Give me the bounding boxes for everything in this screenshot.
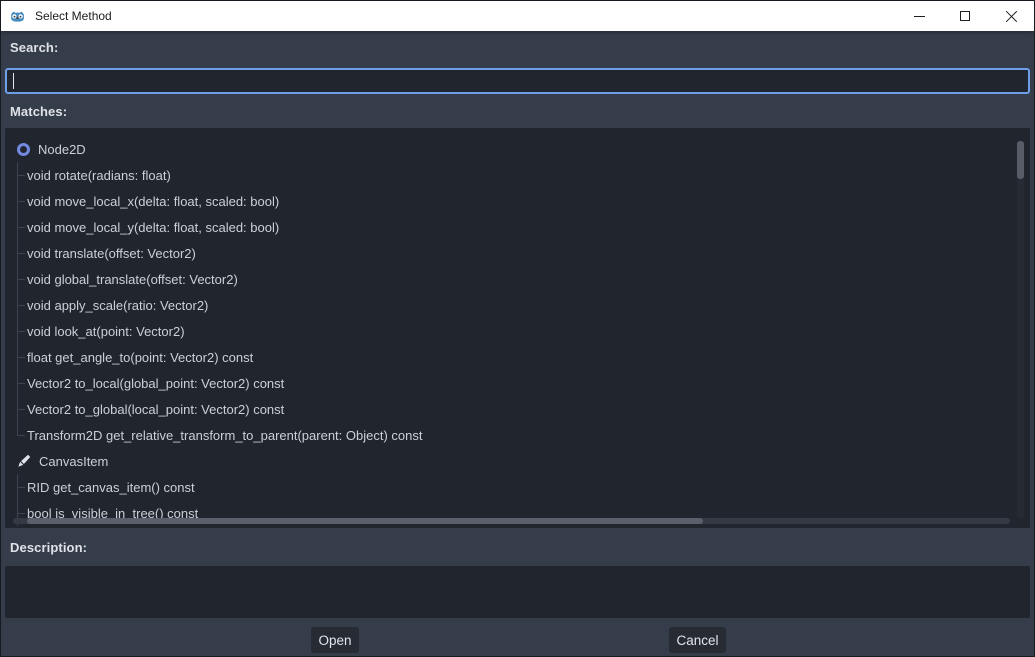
list-item[interactable]: void global_translate(offset: Vector2)	[5, 266, 1030, 292]
list-item-label: void apply_scale(ratio: Vector2)	[27, 298, 208, 313]
list-item-label: Transform2D get_relative_transform_to_pa…	[27, 428, 422, 443]
list-item-label: Node2D	[38, 142, 86, 157]
vertical-scrollbar-track[interactable]	[1017, 141, 1024, 518]
matches-label: Matches:	[10, 104, 67, 119]
godot-logo-icon	[9, 8, 26, 25]
list-item-label: void move_local_y(delta: float, scaled: …	[27, 220, 279, 235]
canvasitem-icon	[17, 454, 31, 468]
search-input-wrap	[5, 68, 1030, 94]
select-method-dialog: Select Method Search: Matches: Node2D	[0, 0, 1035, 657]
horizontal-scrollbar-thumb[interactable]	[27, 518, 703, 524]
list-item-label: void rotate(radians: float)	[27, 168, 171, 183]
titlebar: Select Method	[1, 1, 1034, 31]
search-input[interactable]	[7, 70, 1028, 92]
description-label: Description:	[10, 540, 87, 555]
list-item-label: Vector2 to_global(local_point: Vector2) …	[27, 402, 284, 417]
cancel-button[interactable]: Cancel	[669, 627, 726, 653]
list-item[interactable]: void move_local_x(delta: float, scaled: …	[5, 188, 1030, 214]
list-item[interactable]: Node2D	[5, 136, 1030, 162]
list-item[interactable]: Vector2 to_local(global_point: Vector2) …	[5, 370, 1030, 396]
list-item[interactable]: void translate(offset: Vector2)	[5, 240, 1030, 266]
list-item-label: void global_translate(offset: Vector2)	[27, 272, 238, 287]
minimize-button[interactable]	[896, 1, 942, 31]
search-label: Search:	[10, 40, 58, 55]
close-icon	[1005, 10, 1018, 23]
list-item[interactable]: CanvasItem	[5, 448, 1030, 474]
minimize-icon	[914, 16, 925, 17]
maximize-button[interactable]	[942, 1, 988, 31]
window-caption-buttons	[896, 1, 1034, 31]
vertical-scrollbar[interactable]	[1017, 141, 1024, 518]
matches-list: Node2D void rotate(radians: float) void …	[5, 128, 1030, 528]
description-panel	[5, 566, 1030, 618]
matches-list-rows: Node2D void rotate(radians: float) void …	[5, 136, 1030, 526]
list-item[interactable]: void move_local_y(delta: float, scaled: …	[5, 214, 1030, 240]
horizontal-scrollbar[interactable]	[13, 518, 1010, 524]
close-button[interactable]	[988, 1, 1034, 31]
list-item[interactable]: Transform2D get_relative_transform_to_pa…	[5, 422, 1030, 448]
window-title: Select Method	[35, 9, 112, 23]
node2d-icon	[17, 143, 30, 156]
list-item[interactable]: Vector2 to_global(local_point: Vector2) …	[5, 396, 1030, 422]
maximize-icon	[960, 11, 970, 21]
list-item-label: void look_at(point: Vector2)	[27, 324, 185, 339]
open-button[interactable]: Open	[311, 627, 359, 653]
list-item[interactable]: float get_angle_to(point: Vector2) const	[5, 344, 1030, 370]
list-item-label: float get_angle_to(point: Vector2) const	[27, 350, 253, 365]
list-item[interactable]: void apply_scale(ratio: Vector2)	[5, 292, 1030, 318]
list-item[interactable]: void rotate(radians: float)	[5, 162, 1030, 188]
list-item[interactable]: RID get_canvas_item() const	[5, 474, 1030, 500]
list-item-label: void move_local_x(delta: float, scaled: …	[27, 194, 279, 209]
list-item[interactable]: void look_at(point: Vector2)	[5, 318, 1030, 344]
list-item-label: RID get_canvas_item() const	[27, 480, 195, 495]
list-item-label: CanvasItem	[39, 454, 108, 469]
list-item-label: void translate(offset: Vector2)	[27, 246, 196, 261]
vertical-scrollbar-thumb[interactable]	[1017, 141, 1024, 179]
list-item-label: Vector2 to_local(global_point: Vector2) …	[27, 376, 284, 391]
